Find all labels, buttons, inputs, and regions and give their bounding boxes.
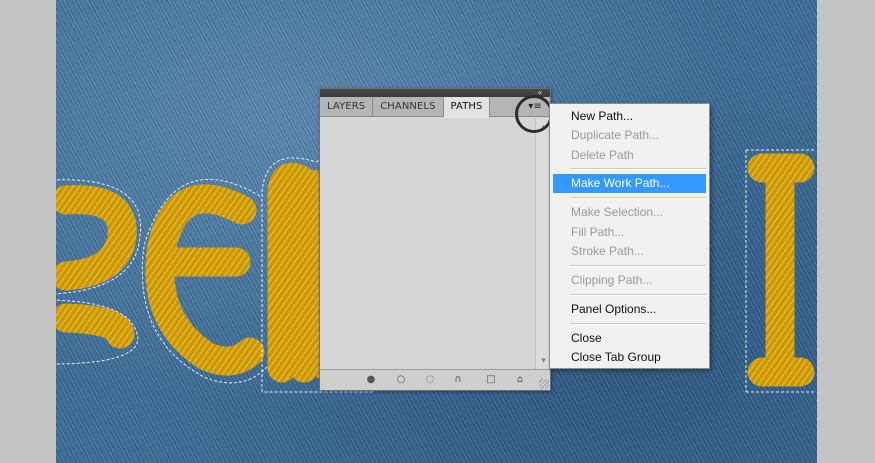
menu-item-delete-path[interactable]: Delete Path — [553, 146, 706, 165]
paths-list[interactable] — [320, 118, 535, 370]
tab-layers[interactable]: LAYERS — [320, 97, 374, 117]
menu-separator — [570, 294, 706, 296]
menu-item-close[interactable]: Close — [553, 329, 706, 348]
stroke-path-icon[interactable]: ○ — [394, 373, 408, 387]
menu-separator — [570, 323, 706, 325]
letter-i — [747, 153, 815, 387]
letter-e-partial-tail — [56, 303, 135, 349]
menu-item-new-path[interactable]: New Path... — [553, 107, 706, 126]
menu-separator — [570, 168, 706, 170]
panel-footer: ● ○ ◌ ∩ □ ⌂ — [320, 369, 550, 390]
panel-scrollbar[interactable]: ▴ ▾ — [535, 118, 550, 370]
new-path-icon[interactable]: □ — [484, 373, 498, 387]
menu-separator — [570, 197, 706, 199]
menu-item-make-work-path[interactable]: Make Work Path... — [553, 174, 706, 193]
callout-circle — [515, 95, 553, 133]
left-frame — [0, 0, 56, 463]
letter-e-partial — [56, 185, 137, 291]
paths-panel: « LAYERS CHANNELS PATHS ▾≡ ▴ ▾ ● ○ ◌ ∩ □… — [319, 88, 551, 391]
menu-item-make-selection[interactable]: Make Selection... — [553, 203, 706, 222]
resize-grip[interactable] — [539, 379, 549, 389]
menu-item-clipping-path[interactable]: Clipping Path... — [553, 271, 706, 290]
paths-panel-menu: New Path... Duplicate Path... Delete Pat… — [549, 103, 710, 369]
menu-separator — [570, 265, 706, 267]
tab-channels[interactable]: CHANNELS — [373, 97, 444, 117]
delete-path-icon[interactable]: ⌂ — [513, 373, 527, 387]
menu-item-panel-options[interactable]: Panel Options... — [553, 300, 706, 319]
menu-item-duplicate-path[interactable]: Duplicate Path... — [553, 126, 706, 145]
right-frame — [817, 0, 875, 463]
menu-item-fill-path[interactable]: Fill Path... — [553, 223, 706, 242]
fill-path-icon[interactable]: ● — [364, 373, 378, 387]
tab-paths[interactable]: PATHS — [443, 97, 491, 118]
make-work-path-icon[interactable]: ∩ — [451, 373, 465, 387]
letter-e — [145, 184, 265, 376]
menu-item-close-tab-group[interactable]: Close Tab Group — [553, 348, 706, 367]
load-as-selection-icon[interactable]: ◌ — [423, 373, 437, 387]
panel-title-bar[interactable]: « — [320, 89, 550, 97]
menu-item-stroke-path[interactable]: Stroke Path... — [553, 242, 706, 261]
